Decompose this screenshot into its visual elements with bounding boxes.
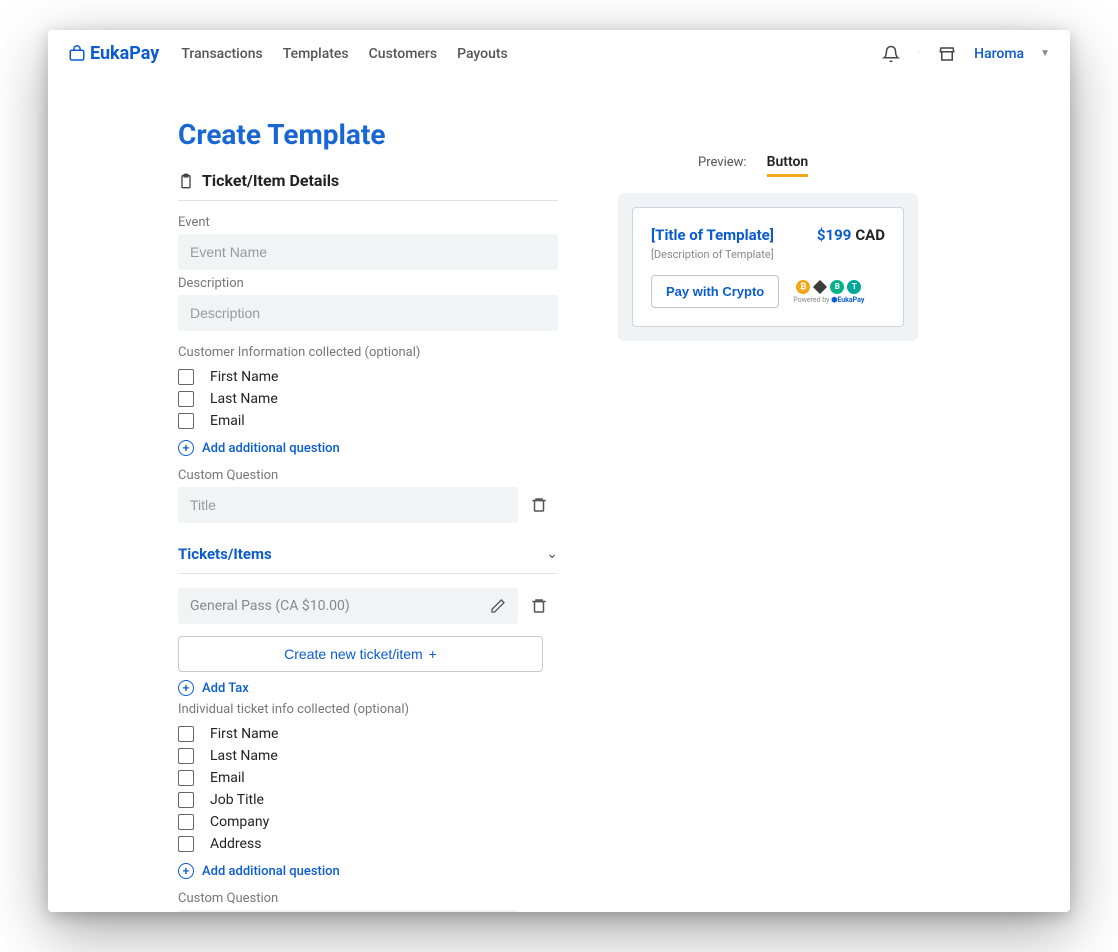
cust-info-label: Customer Information collected (optional… xyxy=(178,345,558,360)
description-input[interactable] xyxy=(178,295,558,331)
template-desc: [Description of Template] xyxy=(651,248,885,261)
nav-customers[interactable]: Customers xyxy=(369,46,437,62)
checkbox-indiv-email[interactable] xyxy=(178,770,194,786)
ticket-row: General Pass (CA $10.00) xyxy=(178,588,518,624)
plus-circle-icon: + xyxy=(178,680,194,696)
check-label: First Name xyxy=(210,369,278,385)
nav-transactions[interactable]: Transactions xyxy=(181,46,262,62)
section-tickets-header[interactable]: Tickets/Items ⌄ xyxy=(178,545,558,574)
checkbox-last-name[interactable] xyxy=(178,391,194,407)
section-details-header: Ticket/Item Details xyxy=(178,171,558,201)
check-label: Last Name xyxy=(210,748,278,764)
store-icon[interactable] xyxy=(936,43,958,65)
powered-by: Powered by ⬢EukaPay xyxy=(793,296,864,304)
check-label: Job Title xyxy=(210,792,264,808)
nav-dot: · xyxy=(918,48,921,59)
chevron-down-icon: ⌄ xyxy=(546,546,558,562)
check-label: Company xyxy=(210,814,269,830)
create-ticket-button[interactable]: Create new ticket/item+ xyxy=(178,636,543,672)
preview-label: Preview: xyxy=(698,155,747,170)
check-label: Address xyxy=(210,836,261,852)
tether-icon: T xyxy=(847,280,861,294)
add-tax-link[interactable]: + Add Tax xyxy=(178,680,558,696)
user-menu[interactable]: Haroma xyxy=(974,46,1024,62)
trash-icon[interactable] xyxy=(530,597,548,615)
bell-icon[interactable] xyxy=(880,43,902,65)
pencil-icon[interactable] xyxy=(490,598,506,614)
custom-question-label: Custom Question xyxy=(178,468,558,483)
template-title: [Title of Template] xyxy=(651,226,774,244)
custom-question-label-2: Custom Question xyxy=(178,891,558,906)
add-question-link[interactable]: + Add additional question xyxy=(178,440,558,456)
tab-button[interactable]: Button xyxy=(767,154,809,177)
trash-icon[interactable] xyxy=(530,496,548,514)
check-label: Email xyxy=(210,413,245,429)
indiv-info-label: Individual ticket info collected (option… xyxy=(178,702,558,717)
nav-templates[interactable]: Templates xyxy=(283,46,349,62)
ethereum-icon xyxy=(813,280,827,294)
event-label: Event xyxy=(178,215,558,230)
checkbox-indiv-first-name[interactable] xyxy=(178,726,194,742)
bitcoincash-icon: B xyxy=(830,280,844,294)
custom-question-input[interactable] xyxy=(178,487,518,523)
pay-with-crypto-button[interactable]: Pay with Crypto xyxy=(651,275,779,308)
custom-question-input-2[interactable] xyxy=(178,910,518,912)
logo[interactable]: EukaPay xyxy=(68,43,159,64)
description-label: Description xyxy=(178,276,558,291)
check-label: First Name xyxy=(210,726,278,742)
checkbox-indiv-last-name[interactable] xyxy=(178,748,194,764)
checkbox-indiv-address[interactable] xyxy=(178,836,194,852)
top-nav: EukaPay Transactions Templates Customers… xyxy=(48,30,1070,78)
page-title: Create Template xyxy=(178,118,558,151)
template-price: $199CAD xyxy=(817,226,885,244)
checkbox-first-name[interactable] xyxy=(178,369,194,385)
chevron-down-icon[interactable]: ▼ xyxy=(1040,48,1050,59)
crypto-icons: ₿ B T Powered by ⬢EukaPay xyxy=(793,280,864,304)
plus-circle-icon: + xyxy=(178,863,194,879)
checkbox-email[interactable] xyxy=(178,413,194,429)
event-input[interactable] xyxy=(178,234,558,270)
add-question-link-2[interactable]: + Add additional question xyxy=(178,863,558,879)
preview-card: [Title of Template] $199CAD [Description… xyxy=(618,193,918,341)
checkbox-indiv-company[interactable] xyxy=(178,814,194,830)
check-label: Last Name xyxy=(210,391,278,407)
checkbox-indiv-job-title[interactable] xyxy=(178,792,194,808)
plus-circle-icon: + xyxy=(178,440,194,456)
nav-payouts[interactable]: Payouts xyxy=(457,46,508,62)
check-label: Email xyxy=(210,770,245,786)
bitcoin-icon: ₿ xyxy=(796,280,810,294)
